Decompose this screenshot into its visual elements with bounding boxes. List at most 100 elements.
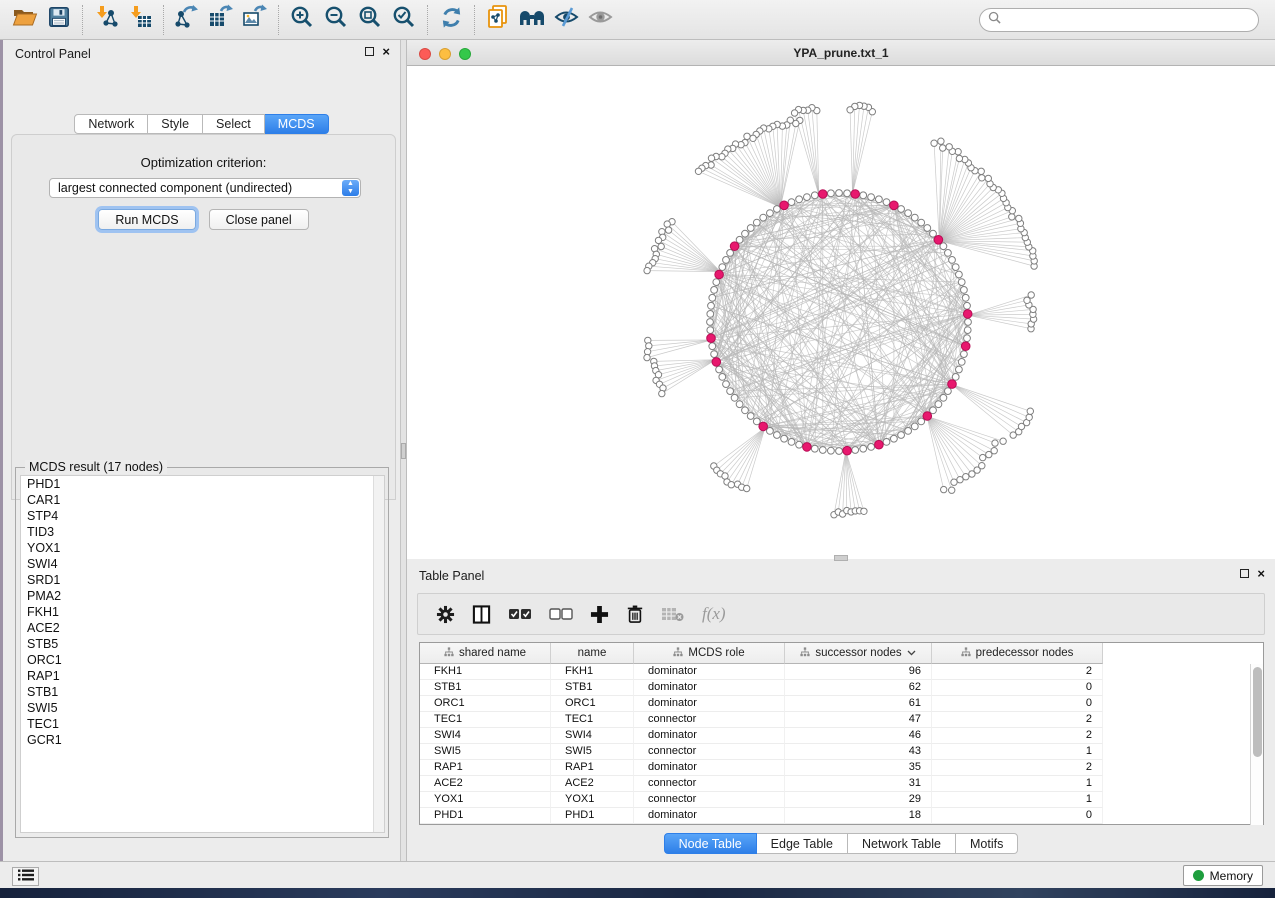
clone-network-button[interactable] bbox=[481, 4, 515, 36]
column-header-successor-nodes[interactable]: successor nodes bbox=[785, 643, 932, 664]
memory-button[interactable]: Memory bbox=[1183, 865, 1263, 886]
add-column-button[interactable] bbox=[590, 605, 609, 624]
show-all-button[interactable] bbox=[583, 4, 617, 36]
toolbar-separator bbox=[474, 5, 475, 35]
table-row[interactable]: FKH1FKH1dominator962 bbox=[420, 664, 1103, 680]
mcds-result-item[interactable]: YOX1 bbox=[21, 540, 384, 556]
table-row[interactable]: SWI5SWI5connector431 bbox=[420, 744, 1103, 760]
table-row[interactable]: PHD1PHD1dominator180 bbox=[420, 808, 1103, 824]
mcds-result-item[interactable]: STB5 bbox=[21, 636, 384, 652]
tab-node-table[interactable]: Node Table bbox=[664, 833, 757, 854]
cell-predecessor-nodes: 0 bbox=[932, 696, 1103, 712]
mcds-result-item[interactable]: RAP1 bbox=[21, 668, 384, 684]
close-panel-icon[interactable]: × bbox=[1257, 569, 1265, 578]
zoom-fit-button[interactable] bbox=[353, 4, 387, 36]
mcds-result-item[interactable]: SWI4 bbox=[21, 556, 384, 572]
criterion-value: largest connected component (undirected) bbox=[58, 181, 292, 195]
first-neighbors-button[interactable] bbox=[515, 4, 549, 36]
mcds-result-item[interactable]: STB1 bbox=[21, 684, 384, 700]
mcds-result-item[interactable]: SRD1 bbox=[21, 572, 384, 588]
table-row[interactable]: RAP1RAP1dominator352 bbox=[420, 760, 1103, 776]
node-table[interactable]: shared namenameMCDS rolesuccessor nodesp… bbox=[419, 642, 1264, 825]
import-table-button[interactable] bbox=[123, 4, 157, 36]
mcds-result-item[interactable]: ORC1 bbox=[21, 652, 384, 668]
network-graph[interactable] bbox=[407, 66, 1275, 559]
mcds-result-item[interactable]: PMA2 bbox=[21, 588, 384, 604]
table-scrollbar[interactable] bbox=[1250, 664, 1263, 825]
delete-table-button-disabled bbox=[661, 606, 685, 622]
tab-style[interactable]: Style bbox=[148, 114, 203, 134]
search-box[interactable] bbox=[979, 8, 1259, 32]
table-row[interactable]: ACE2ACE2connector311 bbox=[420, 776, 1103, 792]
cell-successor-nodes: 29 bbox=[785, 792, 932, 808]
cell-shared-name: TEC1 bbox=[420, 712, 551, 728]
mcds-result-list[interactable]: PHD1CAR1STP4TID3YOX1SWI4SRD1PMA2FKH1ACE2… bbox=[20, 475, 385, 833]
tab-network-table[interactable]: Network Table bbox=[848, 833, 956, 854]
close-panel-icon[interactable]: × bbox=[382, 47, 390, 56]
table-body: FKH1FKH1dominator962STB1STB1dominator620… bbox=[420, 664, 1103, 824]
table-row[interactable]: TEC1TEC1connector472 bbox=[420, 712, 1103, 728]
cell-predecessor-nodes: 1 bbox=[932, 744, 1103, 760]
float-panel-icon[interactable] bbox=[365, 47, 374, 56]
column-header-shared-name[interactable]: shared name bbox=[420, 643, 551, 664]
column-header-name[interactable]: name bbox=[551, 643, 634, 664]
save-session-button[interactable] bbox=[42, 4, 76, 36]
tab-network[interactable]: Network bbox=[74, 114, 148, 134]
table-panel: Table Panel × f(x) shared namenameMCDS r… bbox=[407, 562, 1275, 857]
task-history-button[interactable] bbox=[12, 867, 39, 886]
scrollbar-thumb[interactable] bbox=[1253, 667, 1262, 757]
table-row[interactable]: STB1STB1dominator620 bbox=[420, 680, 1103, 696]
tab-select[interactable]: Select bbox=[203, 114, 265, 134]
mcds-list-scrollbar[interactable] bbox=[373, 476, 384, 832]
hierarchy-icon bbox=[444, 647, 454, 660]
table-settings-button[interactable] bbox=[436, 605, 455, 624]
export-network-button[interactable] bbox=[170, 4, 204, 36]
mcds-result-item[interactable]: PHD1 bbox=[21, 476, 384, 492]
zoom-in-button[interactable] bbox=[285, 4, 319, 36]
cell-predecessor-nodes: 0 bbox=[932, 808, 1103, 824]
mcds-result-item[interactable]: GCR1 bbox=[21, 732, 384, 748]
close-panel-button[interactable]: Close panel bbox=[209, 209, 309, 230]
mcds-result-item[interactable]: ACE2 bbox=[21, 620, 384, 636]
search-input[interactable] bbox=[1006, 13, 1250, 27]
splitter-handle[interactable] bbox=[834, 555, 848, 561]
status-bar: Memory bbox=[0, 861, 1275, 888]
criterion-dropdown[interactable]: largest connected component (undirected)… bbox=[49, 178, 361, 198]
refresh-layout-button[interactable] bbox=[434, 4, 468, 36]
show-columns-button[interactable] bbox=[472, 605, 491, 624]
cell-mcds-role: dominator bbox=[634, 696, 785, 712]
tab-edge-table[interactable]: Edge Table bbox=[757, 833, 848, 854]
open-file-button[interactable] bbox=[8, 4, 42, 36]
import-network-button[interactable] bbox=[89, 4, 123, 36]
splitter-handle[interactable] bbox=[401, 443, 406, 459]
float-panel-icon[interactable] bbox=[1240, 569, 1249, 578]
delete-column-button[interactable] bbox=[626, 604, 644, 624]
table-row[interactable]: ORC1ORC1dominator610 bbox=[420, 696, 1103, 712]
table-row[interactable]: YOX1YOX1connector291 bbox=[420, 792, 1103, 808]
mcds-result-item[interactable]: TEC1 bbox=[21, 716, 384, 732]
clone-network-icon bbox=[485, 4, 511, 35]
table-row[interactable]: SWI4SWI4dominator462 bbox=[420, 728, 1103, 744]
zoom-out-button[interactable] bbox=[319, 4, 353, 36]
toolbar-separator bbox=[427, 5, 428, 35]
run-mcds-button[interactable]: Run MCDS bbox=[98, 209, 195, 230]
export-image-button[interactable] bbox=[238, 4, 272, 36]
network-canvas[interactable] bbox=[407, 66, 1275, 559]
mcds-result-item[interactable]: TID3 bbox=[21, 524, 384, 540]
mcds-result-item[interactable]: FKH1 bbox=[21, 604, 384, 620]
column-header-mcds-role[interactable]: MCDS role bbox=[634, 643, 785, 664]
search-icon bbox=[988, 11, 1001, 29]
zoom-selected-button[interactable] bbox=[387, 4, 421, 36]
export-table-button[interactable] bbox=[204, 4, 238, 36]
mcds-result-item[interactable]: STP4 bbox=[21, 508, 384, 524]
select-all-icon[interactable] bbox=[508, 607, 532, 621]
mcds-result-item[interactable]: SWI5 bbox=[21, 700, 384, 716]
mcds-result-item[interactable]: CAR1 bbox=[21, 492, 384, 508]
control-panel: Control Panel × NetworkStyleSelectMCDS O… bbox=[3, 40, 401, 861]
column-header-predecessor-nodes[interactable]: predecessor nodes bbox=[932, 643, 1103, 664]
unselect-all-icon[interactable] bbox=[549, 607, 573, 621]
hide-selected-button[interactable] bbox=[549, 4, 583, 36]
network-window-titlebar[interactable]: YPA_prune.txt_1 bbox=[407, 40, 1275, 66]
tab-mcds[interactable]: MCDS bbox=[265, 114, 329, 134]
tab-motifs[interactable]: Motifs bbox=[956, 833, 1018, 854]
